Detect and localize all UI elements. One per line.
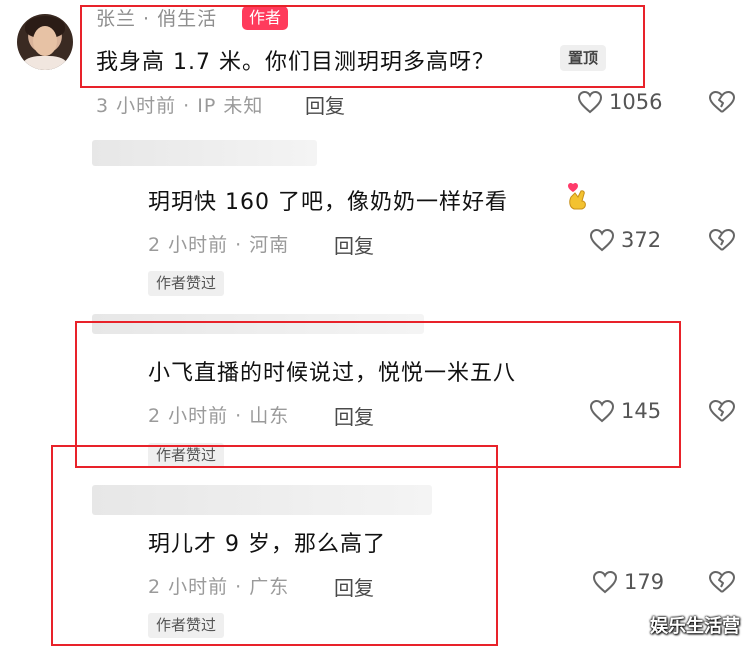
like-count: 1056 — [609, 90, 663, 114]
dislike-button[interactable] — [708, 90, 736, 114]
crossed-fingers-heart-icon — [568, 182, 586, 210]
watermark: 娱乐生活营 — [650, 616, 740, 637]
author-avatar[interactable] — [17, 14, 73, 70]
heart-icon — [592, 570, 618, 594]
broken-heart-icon — [708, 90, 736, 114]
highlight-box — [80, 5, 645, 88]
like-count: 179 — [624, 570, 665, 594]
like-button[interactable]: 372 — [589, 228, 661, 252]
heart-icon — [589, 228, 615, 252]
broken-heart-icon — [708, 570, 736, 594]
author-liked-badge: 作者赞过 — [148, 271, 225, 296]
dislike-button[interactable] — [708, 399, 736, 423]
like-count: 372 — [621, 228, 662, 252]
reply-author-name-blurred[interactable] — [92, 140, 317, 166]
reply-text: 玥玥快 160 了吧，像奶奶一样好看 — [148, 190, 508, 215]
like-button[interactable]: 1056 — [577, 90, 662, 114]
broken-heart-icon — [708, 228, 736, 252]
like-button[interactable]: 179 — [592, 570, 664, 594]
dislike-button[interactable] — [708, 228, 736, 252]
comment-meta: 3 小时前 · IP 未知 — [96, 95, 264, 117]
dislike-button[interactable] — [708, 570, 736, 594]
reply-button[interactable]: 回复 — [334, 230, 374, 259]
highlight-box — [51, 445, 498, 646]
broken-heart-icon — [708, 399, 736, 423]
reply-meta: 2 小时前 · 河南 — [148, 234, 290, 256]
heart-icon — [577, 90, 603, 114]
reply-button[interactable]: 回复 — [305, 90, 345, 119]
